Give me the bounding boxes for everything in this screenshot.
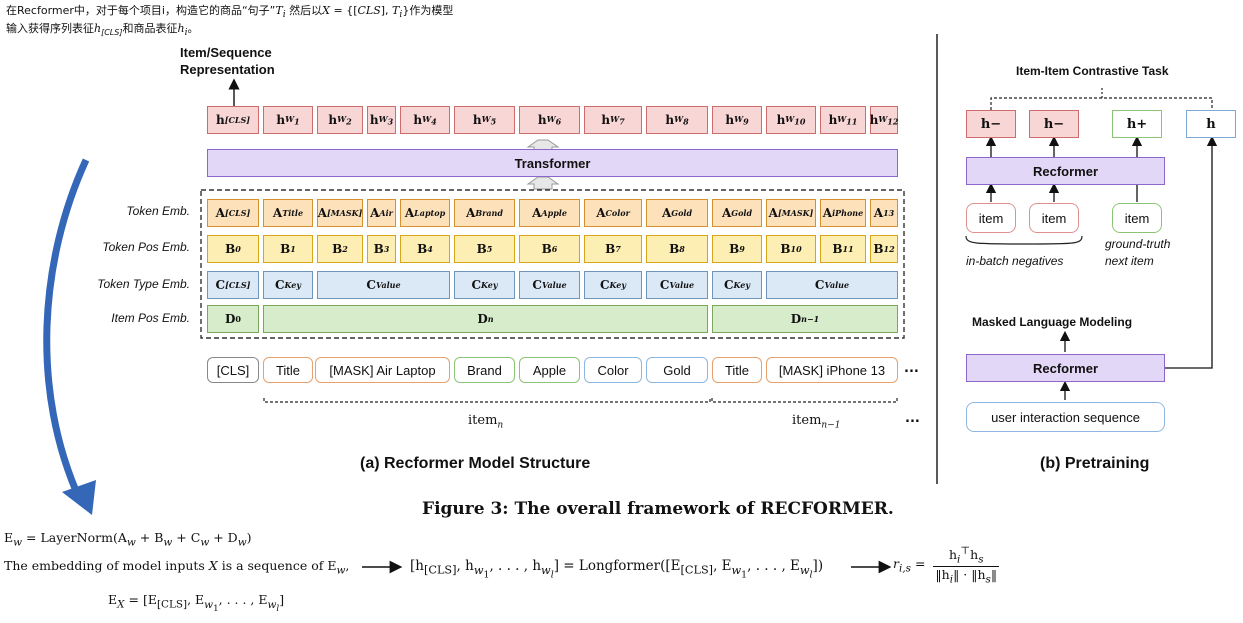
a-gold-2: A Gold [712, 199, 762, 227]
b-1: B1 [263, 235, 313, 263]
h-w5: h W5 [454, 106, 515, 134]
a-apple: A Apple [519, 199, 580, 227]
h-w2: h W2 [317, 106, 363, 134]
caption-a: (a) Recformer Model Structure [360, 455, 591, 472]
h-w9: h W9 [712, 106, 762, 134]
token-title-1: Title [263, 357, 313, 383]
c-value-2: C Value [519, 271, 580, 299]
item-n-label: itemn [468, 413, 504, 431]
label-token-pos-emb: Token Pos Emb. [102, 240, 190, 254]
a-title: A Title [263, 199, 313, 227]
token-color: Color [584, 357, 642, 383]
c-cls: C [CLS] [207, 271, 259, 299]
b-3: B3 [367, 235, 396, 263]
b-0: B0 [207, 235, 259, 263]
label-token-type-emb: Token Type Emb. [97, 277, 190, 291]
in-batch-label: in-batch negatives [966, 254, 1064, 268]
contrastive-task-label: Item-Item Contrastive Task [1016, 64, 1169, 78]
c-value-1: C Value [317, 271, 450, 299]
c-value-3: C Value [646, 271, 708, 299]
equation-ex: EX = [E[CLS], Ew1, . . . , Ewl] [108, 592, 285, 614]
a-mask-1: A [MASK] [317, 199, 363, 227]
token-gold: Gold [646, 357, 708, 383]
c-key-3: C Key [584, 271, 642, 299]
equation-sentence: The embedding of model inputs X is a seq… [4, 558, 350, 577]
h-w8: h W8 [646, 106, 708, 134]
label-item-pos-emb: Item Pos Emb. [111, 311, 190, 325]
user-interaction-sequence: user interaction sequence [966, 402, 1165, 432]
c-key-1: C Key [263, 271, 313, 299]
b-4: B4 [400, 235, 450, 263]
b-10: B 10 [766, 235, 816, 263]
a-cls: A [CLS] [207, 199, 259, 227]
recformer-bottom: Recformer [966, 354, 1165, 382]
h-w4: h W4 [400, 106, 450, 134]
a-mask-2: A [MASK] [766, 199, 816, 227]
b-5: B5 [454, 235, 515, 263]
token-mask-air-laptop: [MASK] Air Laptop [315, 357, 450, 383]
h-w6: h W6 [519, 106, 580, 134]
b-8: B8 [646, 235, 708, 263]
h-w12: h W12 [870, 106, 898, 134]
neg-item-2: item [1029, 203, 1079, 233]
equation-score: ri,s = hi⊤hs ‖hi‖ · ‖hs‖ [893, 545, 1000, 586]
neg-item-1: item [966, 203, 1016, 233]
b-2: B2 [317, 235, 363, 263]
caption-b: (b) Pretraining [1040, 455, 1150, 472]
b-7: B7 [584, 235, 642, 263]
b-11: B 11 [820, 235, 866, 263]
h-cls: h [CLS] [207, 106, 259, 134]
c-key-4: C Key [712, 271, 762, 299]
next-item: item [1112, 203, 1162, 233]
h-w3: h W3 [367, 106, 396, 134]
d-0: D0 [207, 305, 259, 333]
recformer-top: Recformer [966, 157, 1165, 185]
c-value-4: C Value [766, 271, 898, 299]
a-13: A 13 [870, 199, 898, 227]
ground-truth-label: ground-truth next item [1105, 237, 1171, 268]
b-6: B6 [519, 235, 580, 263]
b-12: B 12 [870, 235, 898, 263]
token-title-2: Title [712, 357, 762, 383]
d-n: Dn [263, 305, 708, 333]
h-neg-1: h− [966, 110, 1016, 138]
items-ellipsis: ... [905, 411, 920, 426]
equation-ew: Ew = LayerNorm(Aw + Bw + Cw + Dw) [4, 530, 252, 549]
a-color: A Color [584, 199, 642, 227]
h-w10: h W10 [766, 106, 816, 134]
mlm-label: Masked Language Modeling [972, 315, 1133, 329]
a-air: A Air [367, 199, 396, 227]
h-w7: h W7 [584, 106, 642, 134]
token-ellipsis: ... [904, 361, 919, 376]
a-brand: A Brand [454, 199, 515, 227]
up-hollow-arrow-2 [526, 176, 560, 190]
h-w11: h W11 [820, 106, 866, 134]
a-gold-1: A Gold [646, 199, 708, 227]
c-key-2: C Key [454, 271, 515, 299]
h-neg-2: h− [1029, 110, 1079, 138]
equation-longformer: [h[CLS], hw1, . . . , hwl] = Longformer(… [410, 558, 824, 580]
blue-arrow-head [62, 480, 96, 515]
item-n1-label: itemn−1 [792, 413, 841, 431]
token-brand: Brand [454, 357, 515, 383]
item-n-bracket [263, 398, 711, 403]
transformer-block: Transformer [207, 149, 898, 177]
a-laptop: A Laptop [400, 199, 450, 227]
token-cls: [CLS] [207, 357, 259, 383]
figure-caption: Figure 3: The overall framework of RECFO… [422, 499, 894, 519]
h-w1: h W1 [263, 106, 313, 134]
b-9: B9 [712, 235, 762, 263]
h-pos: h+ [1112, 110, 1162, 138]
item-n1-bracket [711, 398, 898, 403]
h-seq: h [1186, 110, 1236, 138]
token-mask-iphone: [MASK] iPhone 13 [766, 357, 898, 383]
d-n-1: Dn−1 [712, 305, 898, 333]
a-iphone: AiPhone [820, 199, 866, 227]
token-apple: Apple [519, 357, 580, 383]
label-token-emb: Token Emb. [126, 204, 190, 218]
contrastive-bracket [990, 97, 1213, 110]
